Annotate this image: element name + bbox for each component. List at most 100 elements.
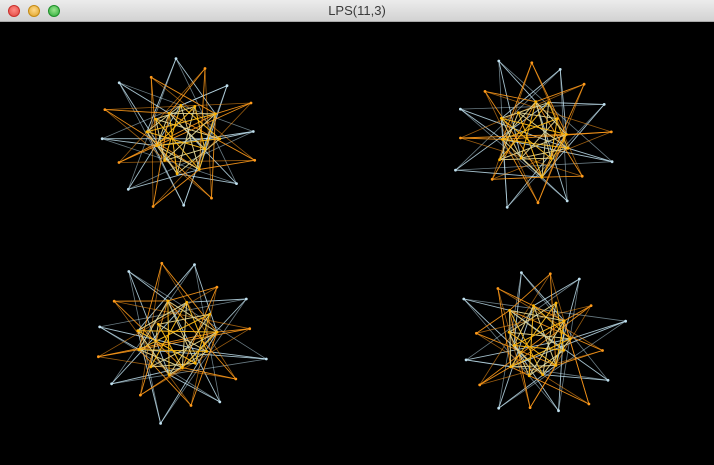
graph-vertex <box>549 156 553 160</box>
graph-vertex <box>197 168 201 171</box>
graph-vertex <box>478 383 482 387</box>
graph-drawing <box>97 57 627 425</box>
graph-vertex <box>137 348 141 351</box>
graph-edge <box>169 112 216 115</box>
graph-view-3 <box>97 261 268 425</box>
graph-vertex <box>589 304 593 307</box>
graph-vertex <box>565 199 569 203</box>
graph-vertex <box>582 82 586 86</box>
graph-vertex <box>185 300 189 304</box>
graph-view-1 <box>100 57 257 208</box>
graph-vertex <box>547 101 550 104</box>
graph-vertex <box>112 299 116 303</box>
graph-vertex <box>566 146 570 150</box>
graph-vertex <box>624 319 627 323</box>
graph-vertex <box>557 409 560 413</box>
graph-vertex <box>509 365 513 369</box>
graph-vertex <box>459 107 462 111</box>
graph-vertex <box>548 272 552 276</box>
graph-edge <box>199 159 255 170</box>
graph-vertex <box>175 172 179 176</box>
window-title: LPS(11,3) <box>328 3 386 18</box>
app-window: LPS(11,3) <box>0 0 714 465</box>
graph-vertex <box>498 158 501 162</box>
graph-vertex <box>540 175 544 179</box>
graph-vertex <box>505 205 509 209</box>
graph-vertex <box>527 374 531 378</box>
graph-vertex <box>136 329 140 333</box>
graph-vertex <box>554 301 558 305</box>
graph-vertex <box>151 205 155 208</box>
graph-vertex <box>167 373 171 377</box>
graph-vertex <box>234 377 238 381</box>
graph-vertex <box>193 263 196 266</box>
graph-vertex <box>587 402 591 406</box>
graph-edge <box>460 108 503 140</box>
graph-vertex <box>210 196 213 200</box>
graph-vertex <box>490 177 494 181</box>
graph-vertex <box>193 105 197 108</box>
graph-vertex <box>606 378 610 382</box>
graph-vertex <box>156 322 160 326</box>
graph-vertex <box>215 285 219 289</box>
graph-vertex <box>520 271 523 274</box>
graph-vertex <box>225 84 229 88</box>
graph-vertex <box>154 117 158 121</box>
graph-vertex <box>496 287 500 290</box>
graph-vertex <box>214 112 217 116</box>
graph-vertex <box>454 168 457 172</box>
graph-vertex <box>555 117 559 121</box>
graph-vertex <box>97 355 100 359</box>
graph-vertex <box>602 103 606 106</box>
graph-vertex <box>459 136 462 140</box>
graph-vertex <box>155 144 159 148</box>
graph-vertex <box>205 350 209 353</box>
graph-vertex <box>215 330 219 334</box>
graph-vertex <box>462 297 466 301</box>
graph-vertex <box>499 116 503 120</box>
graph-edge <box>521 272 609 381</box>
graph-vertex <box>235 182 238 186</box>
title-bar[interactable]: LPS(11,3) <box>0 0 714 22</box>
graph-vertex <box>532 304 535 308</box>
graph-vertex <box>117 161 121 164</box>
graph-edge <box>99 326 140 350</box>
graph-vertex <box>127 270 131 273</box>
graph-vertex <box>507 330 511 334</box>
graph-edge <box>509 273 551 311</box>
graph-vertex <box>609 130 613 134</box>
graph-vertex <box>194 361 197 365</box>
graph-vertex <box>159 422 163 425</box>
graph-vertex <box>530 61 534 65</box>
graph-vertex <box>218 400 222 404</box>
graph-vertex <box>512 344 516 347</box>
graph-vertex <box>189 404 193 407</box>
graph-vertex <box>577 277 581 281</box>
graph-edge <box>466 359 511 368</box>
graph-edge <box>102 138 157 147</box>
graph-edge <box>460 137 503 140</box>
graph-vertex <box>163 159 167 162</box>
graph-vertex <box>100 137 104 141</box>
graph-vertex <box>253 158 257 162</box>
graph-edge <box>479 366 511 386</box>
graph-vertex <box>139 393 142 397</box>
graph-vertex <box>145 130 149 134</box>
graph-vertex <box>264 357 268 361</box>
graph-vertex <box>528 406 532 409</box>
graph-vertex <box>174 57 178 60</box>
graph-vertex <box>98 325 102 329</box>
graph-vertex <box>166 299 170 303</box>
graph-vertex <box>475 331 478 335</box>
graph-vertex <box>554 364 558 367</box>
graph-vertex <box>208 312 212 316</box>
graph-edge <box>183 85 228 206</box>
graph-vertex <box>248 327 252 331</box>
graph-vertex <box>497 406 501 410</box>
graph-vertex <box>203 67 207 70</box>
graph-view-4 <box>462 271 627 413</box>
graph-view-2 <box>454 59 614 209</box>
graph-vertex <box>519 156 523 160</box>
graph-edge <box>476 332 590 405</box>
graph-vertex <box>558 68 562 71</box>
